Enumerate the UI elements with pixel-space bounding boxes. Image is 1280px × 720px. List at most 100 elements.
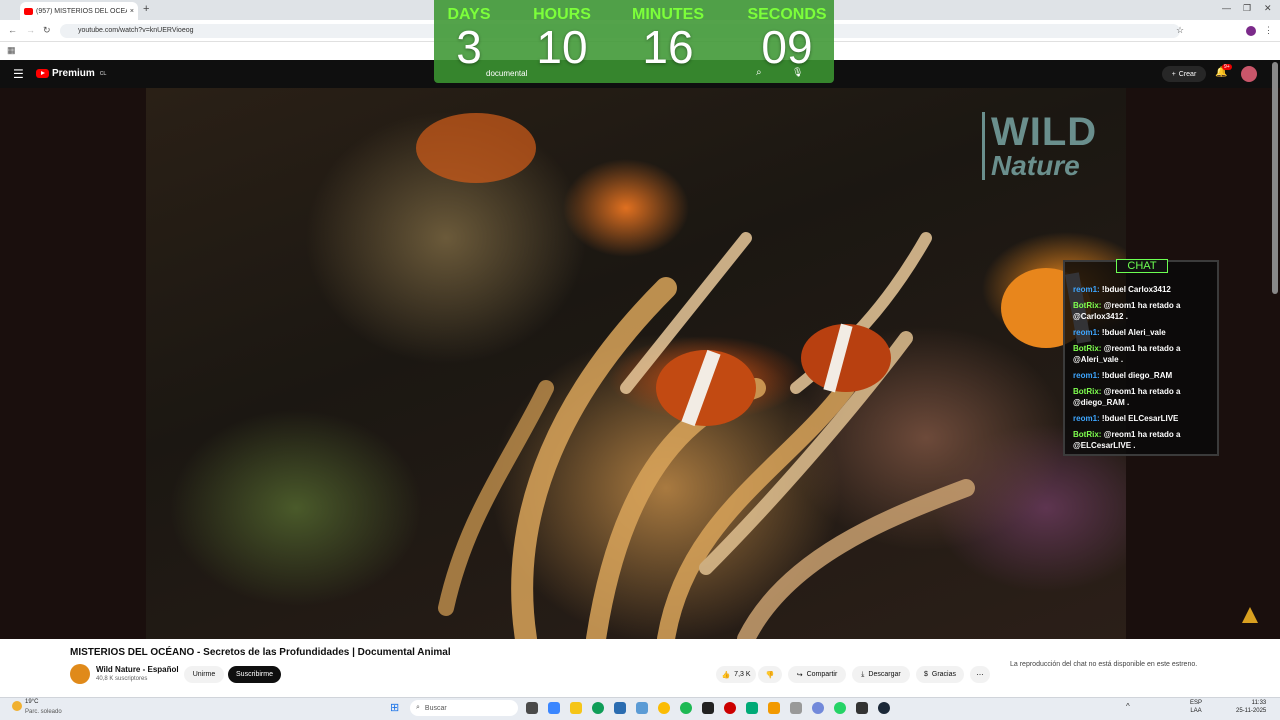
chat-message: reom1: !bduel diego_RAM (1073, 370, 1213, 381)
clock-time: 11:33 (1251, 700, 1267, 706)
chat-text: !bduel Carlox3412 (1101, 285, 1171, 294)
chat-message: reom1: !bduel Aleri_vale (1073, 327, 1213, 338)
watermark-nature: Nature (991, 150, 1080, 181)
chat-title: CHAT (1116, 259, 1168, 273)
keyboard-layout: LAA (1190, 708, 1202, 714)
mail-icon[interactable] (636, 702, 648, 714)
browser-tab[interactable]: (957) MISTERIOS DEL OCÉA × (20, 2, 138, 20)
close-window-icon[interactable]: ✕ (1264, 3, 1272, 14)
chat-user: BotRix: (1073, 430, 1102, 439)
store-icon[interactable] (614, 702, 626, 714)
terminal-icon[interactable] (702, 702, 714, 714)
reload-icon[interactable]: ↻ (43, 25, 51, 36)
countdown-seconds: SECONDS 09 (744, 6, 830, 70)
wild-nature-watermark: WILD Nature (982, 112, 1097, 180)
language-indicator[interactable]: ESP LAA (1190, 699, 1202, 715)
chat-message: BotRix: @reom1 ha retado a @diego_RAM . (1073, 386, 1213, 408)
chat-user: reom1: (1073, 285, 1100, 294)
forward-icon[interactable]: → (26, 25, 35, 35)
taskbar-search[interactable]: ⌕ Buscar (410, 700, 518, 716)
share-icon: ↪ (796, 671, 803, 679)
search-input[interactable]: documental (486, 69, 527, 78)
tray-chevron-up-icon[interactable]: ^ (1126, 702, 1130, 711)
video-title: MISTERIOS DEL OCÉANO - Secretos de las P… (70, 647, 451, 658)
days-value: 3 (456, 21, 482, 73)
task-view-icon[interactable] (526, 702, 538, 714)
create-label: Crear (1178, 70, 1197, 78)
join-button[interactable]: Unirme (184, 666, 224, 683)
create-button[interactable]: + Crear (1162, 66, 1206, 82)
chat-unavailable-notice: La reproducción del chat no está disponi… (1010, 661, 1198, 668)
app-orange-icon[interactable] (768, 702, 780, 714)
tab-close-icon[interactable]: × (130, 8, 134, 15)
like-count: 7,3 K (734, 671, 751, 678)
steam-icon[interactable] (878, 702, 890, 714)
region-code: CL (99, 70, 107, 77)
system-clock[interactable]: 11:33 25-11-2025 (1236, 699, 1266, 715)
watermark-wild: WILD (991, 110, 1098, 154)
countdown-days: DAYS 3 (434, 6, 504, 70)
language-code: ESP (1190, 700, 1203, 706)
like-button[interactable]: 👍 7,3 K (716, 666, 756, 683)
edge-icon[interactable] (592, 702, 604, 714)
discord-icon[interactable] (812, 702, 824, 714)
video-player[interactable] (146, 88, 1126, 639)
chat-overlay: reom1: !bduel Carlox3412 BotRix: @reom1 … (1063, 260, 1219, 456)
back-icon[interactable]: ← (8, 25, 17, 35)
chat-text: !bduel ELCesarLIVE (1101, 414, 1179, 423)
maximize-icon[interactable]: ❐ (1243, 3, 1251, 14)
youtube-favicon-icon (24, 7, 33, 15)
excel-icon[interactable] (746, 702, 758, 714)
profile-icon[interactable] (1246, 26, 1256, 36)
seconds-value: 09 (761, 21, 813, 73)
chat-user: reom1: (1073, 414, 1100, 423)
channel-name[interactable]: Wild Nature - Español (96, 665, 179, 674)
thanks-button[interactable]: $ Gracias (916, 666, 964, 683)
page-scrollbar[interactable] (1272, 62, 1278, 294)
channel-avatar[interactable] (70, 664, 90, 684)
minimize-icon[interactable]: — (1222, 3, 1231, 13)
youtube-premium-logo[interactable]: Premium CL (36, 68, 106, 79)
chat-user: reom1: (1073, 371, 1100, 380)
app-grey-icon[interactable] (790, 702, 802, 714)
subscriber-count: 40,8 K suscriptores (96, 676, 148, 682)
taskbar-search-label: Buscar (424, 704, 447, 712)
search-icon[interactable]: ⌕ (756, 67, 762, 78)
console-icon[interactable] (856, 702, 868, 714)
whatsapp-icon[interactable] (834, 702, 846, 714)
chat-text: !bduel Aleri_vale (1101, 328, 1166, 337)
avatar[interactable] (1241, 66, 1257, 82)
share-button[interactable]: ↪ Compartir (788, 666, 846, 683)
download-button[interactable]: ⤓ Descargar (852, 666, 910, 683)
download-icon: ⤓ (861, 670, 865, 678)
thanks-label: Gracias (931, 671, 957, 678)
menu-kebab-icon[interactable]: ⋮ (1264, 25, 1273, 36)
apps-grid-icon[interactable]: ▦ (7, 45, 16, 56)
chat-message: reom1: !bduel Carlox3412 (1073, 284, 1213, 295)
chat-message: BotRix: @reom1 ha retado a @Carlox3412 . (1073, 300, 1213, 322)
plus-icon: + (1171, 70, 1176, 78)
chat-text: !bduel diego_RAM (1101, 371, 1173, 380)
weather-icon[interactable] (12, 701, 22, 711)
start-windows-icon[interactable]: ⊞ (390, 701, 399, 714)
subscribe-button[interactable]: Suscribirme (228, 666, 281, 683)
hamburger-menu-icon[interactable]: ☰ (13, 67, 24, 81)
file-explorer-icon[interactable] (570, 702, 582, 714)
microphone-icon[interactable]: 🎙 (792, 67, 803, 78)
anemone-illustration (416, 113, 1091, 639)
spotify-icon[interactable] (680, 702, 692, 714)
weather-temperature: 19°C (25, 699, 39, 705)
more-actions-icon[interactable]: ⋯ (970, 666, 990, 683)
thanks-icon: $ (923, 671, 928, 678)
dislike-button[interactable]: 👎 (758, 666, 782, 683)
widgets-icon[interactable] (548, 702, 560, 714)
new-tab-button[interactable]: + (143, 3, 149, 15)
chat-message: reom1: !bduel ELCesarLIVE (1073, 413, 1213, 424)
app-red-icon[interactable] (724, 702, 736, 714)
chrome-icon[interactable] (658, 702, 670, 714)
minutes-value: 16 (642, 21, 694, 73)
logo-text: Premium (52, 68, 95, 79)
bookmark-star-icon[interactable]: ☆ (1176, 25, 1184, 36)
hours-value: 10 (536, 21, 588, 73)
search-icon: ⌕ (416, 704, 420, 711)
